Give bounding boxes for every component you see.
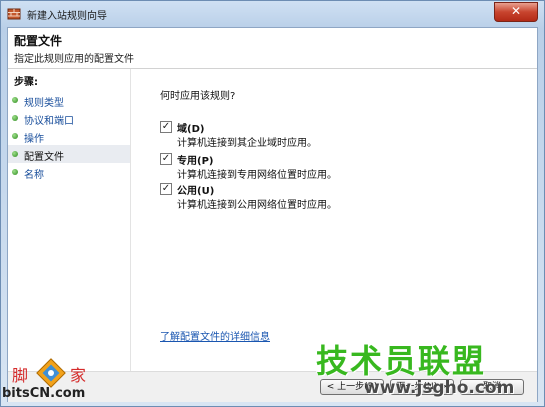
title-bar[interactable]: 新建入站规则向导 ✕	[1, 1, 544, 27]
private-checkbox[interactable]: ✓	[160, 153, 172, 165]
green-dot-icon	[12, 151, 18, 157]
jsgho-watermark: 技术员联盟 www.jsgho.com	[316, 336, 536, 406]
bitscn-watermark: 脚 家 bitsCN.com	[2, 356, 102, 406]
green-dot-icon	[12, 133, 18, 139]
page-subtitle: 指定此规则应用的配置文件	[14, 54, 134, 65]
green-dot-icon	[12, 97, 18, 103]
green-dot-icon	[12, 169, 18, 175]
close-button[interactable]: ✕	[494, 2, 538, 22]
firewall-icon	[7, 8, 21, 20]
window-title: 新建入站规则向导	[27, 11, 107, 22]
private-description: 计算机连接到专用网络位置时应用。	[177, 170, 337, 181]
domain-description: 计算机连接到其企业域时应用。	[177, 138, 317, 149]
green-dot-icon	[12, 115, 18, 121]
public-description: 计算机连接到公用网络位置时应用。	[177, 200, 337, 211]
private-label[interactable]: 专用(P)	[177, 152, 213, 167]
step-label: 规则类型	[24, 98, 64, 109]
wizard-header: 配置文件 指定此规则应用的配置文件	[8, 28, 537, 69]
public-checkbox[interactable]: ✓	[160, 183, 172, 195]
question-label: 何时应用该规则?	[160, 91, 236, 102]
step-label: 操作	[24, 134, 44, 145]
step-label: 名称	[24, 170, 44, 181]
steps-heading: 步骤:	[14, 77, 38, 88]
domain-checkbox[interactable]: ✓	[160, 121, 172, 133]
watermark-site: bitsCN.com	[2, 386, 86, 401]
close-icon: ✕	[510, 4, 522, 18]
step-label: 配置文件	[24, 152, 64, 163]
step-item-action[interactable]: 操作	[8, 127, 130, 145]
check-icon: ✓	[161, 121, 171, 132]
bitscn-logo-icon	[36, 358, 66, 388]
step-item-name[interactable]: 名称	[8, 163, 130, 181]
watermark-char: 家	[70, 366, 87, 385]
domain-label[interactable]: 域(D)	[177, 120, 204, 135]
step-item-protocol-port[interactable]: 协议和端口	[8, 109, 130, 127]
page-title: 配置文件	[14, 34, 63, 48]
check-icon: ✓	[161, 153, 171, 164]
profile-options: 何时应用该规则? ✓ 域(D) 计算机连接到其企业域时应用。 ✓ 专用(P) 计…	[148, 69, 528, 369]
public-label[interactable]: 公用(U)	[177, 182, 214, 197]
watermark-char: 脚	[12, 366, 29, 385]
step-item-rule-type[interactable]: 规则类型	[8, 91, 130, 109]
learn-more-profiles-link[interactable]: 了解配置文件的详细信息	[160, 328, 270, 343]
watermark-url: www.jsgho.com	[364, 378, 515, 398]
watermark-title: 技术员联盟	[316, 342, 487, 380]
step-label: 协议和端口	[24, 116, 74, 127]
steps-panel: 步骤: 规则类型 协议和端口 操作 配置文件 名称	[8, 69, 131, 401]
step-item-profile[interactable]: 配置文件	[8, 145, 130, 163]
check-icon: ✓	[161, 183, 171, 194]
